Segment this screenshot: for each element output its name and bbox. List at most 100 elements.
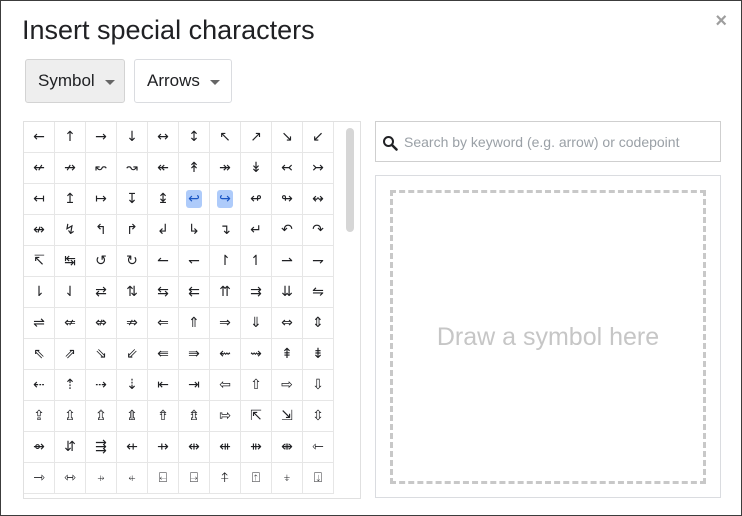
symbol-cell[interactable]: ⇕ [303, 308, 334, 339]
symbol-cell[interactable]: ⇗ [55, 339, 86, 370]
symbol-cell[interactable]: ↺ [86, 246, 117, 277]
symbol-cell[interactable]: ⇔ [272, 308, 303, 339]
symbol-cell[interactable]: ⇊ [272, 277, 303, 308]
symbol-cell[interactable]: ↸ [24, 246, 55, 277]
symbol-cell[interactable]: ⇭ [117, 401, 148, 432]
symbol-cell[interactable]: ⇞ [272, 339, 303, 370]
symbol-cell[interactable]: ↯ [55, 215, 86, 246]
symbol-cell[interactable]: ⇑ [179, 308, 210, 339]
symbol-cell[interactable]: ↳ [179, 215, 210, 246]
symbol-cell[interactable]: ↽ [179, 246, 210, 277]
symbol-cell[interactable]: ⇠ [24, 370, 55, 401]
close-icon[interactable]: × [715, 11, 727, 31]
symbol-cell[interactable]: ⇼ [272, 432, 303, 463]
symbol-cell[interactable]: ⇿ [55, 463, 86, 494]
symbol-cell[interactable]: ↨ [148, 184, 179, 215]
symbol-cell[interactable]: ↷ [303, 215, 334, 246]
symbol-cell[interactable]: ⇩ [303, 370, 334, 401]
symbol-cell[interactable]: ⇇ [179, 277, 210, 308]
symbol-cell[interactable]: ↧ [117, 184, 148, 215]
symbol-cell[interactable]: ⍖ [272, 463, 303, 494]
symbol-cell[interactable]: ⇄ [86, 277, 117, 308]
symbol-cell[interactable]: ⍗ [303, 463, 334, 494]
symbol-cell[interactable]: ⇰ [210, 401, 241, 432]
symbol-cell[interactable]: ↖ [210, 122, 241, 153]
symbol-cell[interactable]: ⇯ [179, 401, 210, 432]
symbol-cell[interactable]: ↹ [55, 246, 86, 277]
symbol-cell[interactable]: ↿ [241, 246, 272, 277]
symbol-cell[interactable]: ↲ [148, 215, 179, 246]
symbol-cell[interactable]: ⇱ [241, 401, 272, 432]
symbol-cell[interactable]: ← [24, 122, 55, 153]
symbol-cell[interactable]: ⇍ [55, 308, 86, 339]
symbol-cell[interactable]: ⇀ [272, 246, 303, 277]
symbol-cell[interactable]: ↣ [303, 153, 334, 184]
symbol-cell[interactable]: ↼ [148, 246, 179, 277]
symbol-cell[interactable]: ↛ [55, 153, 86, 184]
symbol-cell[interactable]: ⇁ [303, 246, 334, 277]
symbol-cell[interactable]: ⇮ [148, 401, 179, 432]
symbol-cell[interactable]: ⇌ [24, 308, 55, 339]
symbol-cell[interactable]: ⇉ [241, 277, 272, 308]
symbol-cell[interactable]: ↾ [210, 246, 241, 277]
symbol-cell[interactable]: ⇲ [272, 401, 303, 432]
symbol-cell[interactable]: ⇻ [241, 432, 272, 463]
symbol-cell[interactable]: ⇹ [179, 432, 210, 463]
symbol-cell[interactable]: ↦ [86, 184, 117, 215]
symbol-cell[interactable]: ↻ [117, 246, 148, 277]
symbol-cell[interactable]: ↪ [210, 184, 241, 215]
symbol-cell[interactable]: ⇾ [24, 463, 55, 494]
symbol-grid-scrollbar[interactable] [346, 128, 354, 232]
symbol-cell[interactable]: ⇒ [210, 308, 241, 339]
symbol-cell[interactable]: ↑ [55, 122, 86, 153]
symbol-cell[interactable]: ⇫ [55, 401, 86, 432]
symbol-cell[interactable]: ⇪ [24, 401, 55, 432]
symbol-cell[interactable]: ⇨ [272, 370, 303, 401]
symbol-cell[interactable]: ↕ [179, 122, 210, 153]
symbol-cell[interactable]: ⇅ [117, 277, 148, 308]
symbol-cell[interactable]: ⍐ [241, 463, 272, 494]
symbol-cell[interactable]: ⇥ [179, 370, 210, 401]
symbol-cell[interactable]: ↱ [117, 215, 148, 246]
symbol-cell[interactable]: → [86, 122, 117, 153]
symbol-cell[interactable]: ↩ [179, 184, 210, 215]
symbol-cell[interactable]: ⇶ [86, 432, 117, 463]
symbol-cell[interactable]: ↮ [24, 215, 55, 246]
category-dropdown[interactable]: Symbol [25, 59, 125, 103]
symbol-cell[interactable]: ↡ [241, 153, 272, 184]
symbol-cell[interactable]: ↞ [148, 153, 179, 184]
symbol-cell[interactable]: ⇡ [55, 370, 86, 401]
symbol-cell[interactable]: ↰ [86, 215, 117, 246]
symbol-cell[interactable]: ⇷ [117, 432, 148, 463]
search-input[interactable] [404, 133, 720, 150]
symbol-cell[interactable]: ↗ [241, 122, 272, 153]
symbol-cell[interactable]: ↜ [86, 153, 117, 184]
symbol-cell[interactable]: ⇣ [117, 370, 148, 401]
symbol-cell[interactable]: ⇢ [86, 370, 117, 401]
symbol-cell[interactable]: ⇦ [210, 370, 241, 401]
symbol-cell[interactable]: ⇧ [241, 370, 272, 401]
symbol-cell[interactable]: ⇓ [241, 308, 272, 339]
symbol-cell[interactable]: ⇐ [148, 308, 179, 339]
symbol-cell[interactable]: ⇘ [86, 339, 117, 370]
symbol-cell[interactable]: ↘ [272, 122, 303, 153]
subcategory-dropdown[interactable]: Arrows [134, 59, 232, 103]
symbol-cell[interactable]: ↭ [303, 184, 334, 215]
symbol-cell[interactable]: ↬ [272, 184, 303, 215]
symbol-cell[interactable]: ⇜ [210, 339, 241, 370]
symbol-cell[interactable]: ⇃ [55, 277, 86, 308]
symbol-cell[interactable]: ⇛ [179, 339, 210, 370]
symbol-cell[interactable]: ⍇ [148, 463, 179, 494]
symbol-cell[interactable]: ⇳ [303, 401, 334, 432]
symbol-cell[interactable]: ↶ [272, 215, 303, 246]
symbol-cell[interactable]: ↓ [117, 122, 148, 153]
symbol-cell[interactable]: ↚ [24, 153, 55, 184]
symbol-cell[interactable]: ⇏ [117, 308, 148, 339]
symbol-cell[interactable]: ⇈ [210, 277, 241, 308]
symbol-cell[interactable]: ⇎ [86, 308, 117, 339]
symbol-cell[interactable]: ⇴ [24, 432, 55, 463]
symbol-cell[interactable]: ↟ [179, 153, 210, 184]
symbol-cell[interactable]: ↴ [210, 215, 241, 246]
symbol-cell[interactable]: ↥ [55, 184, 86, 215]
symbol-cell[interactable]: ⇆ [148, 277, 179, 308]
